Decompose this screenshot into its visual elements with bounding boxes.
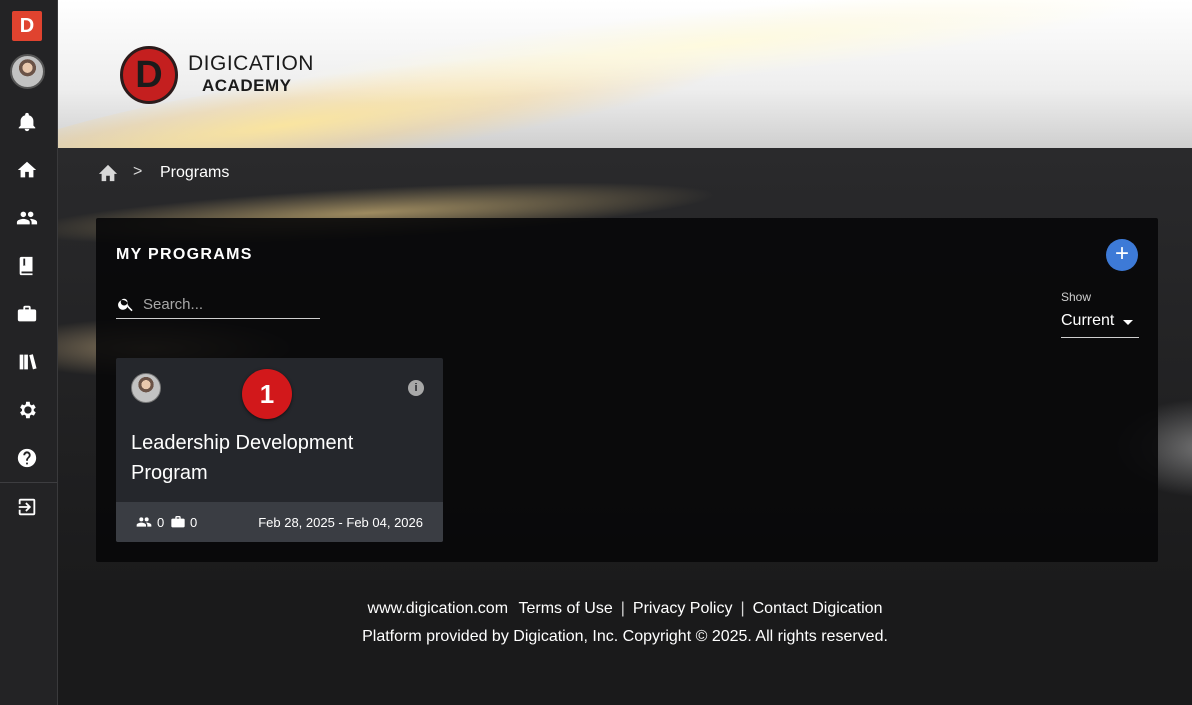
caret-down-icon xyxy=(1123,320,1133,325)
program-card-footer: 0 0 Feb 28, 2025 - Feb 04, 2026 xyxy=(116,502,443,542)
search-field xyxy=(116,292,320,319)
hero-banner: D DIGICATION ACADEMY xyxy=(58,0,1192,148)
help-icon[interactable] xyxy=(16,447,38,469)
sidebar-divider xyxy=(0,482,57,483)
info-icon[interactable]: i xyxy=(408,380,424,396)
brand-name: DIGICATION xyxy=(188,52,314,75)
footer-contact-link[interactable]: Contact Digication xyxy=(753,600,883,617)
owner-avatar xyxy=(131,373,161,403)
bell-icon[interactable] xyxy=(16,111,38,133)
portfolios-count: 0 xyxy=(190,515,198,530)
program-card[interactable]: 1 i Leadership Development Program 0 0 F… xyxy=(116,358,443,542)
people-icon[interactable] xyxy=(16,207,38,229)
panel-title: MY PROGRAMS xyxy=(116,246,253,263)
members-icon xyxy=(136,514,152,530)
brand-logo-mark: D xyxy=(120,46,178,104)
step-badge: 1 xyxy=(242,369,292,419)
search-input[interactable] xyxy=(143,292,318,316)
programs-panel: MY PROGRAMS + Show Current 1 i Leadershi… xyxy=(96,218,1158,562)
footer-divider: | xyxy=(740,600,745,617)
breadcrumb-separator: > xyxy=(133,163,143,180)
brand-subname: ACADEMY xyxy=(202,76,292,95)
user-avatar[interactable] xyxy=(10,54,45,89)
footer-site-link[interactable]: www.digication.com xyxy=(368,600,509,617)
footer-links: www.digication.com Terms of Use | Privacy … xyxy=(0,600,1192,618)
home-icon[interactable] xyxy=(16,159,38,181)
briefcase-icon[interactable] xyxy=(16,303,38,325)
show-filter-value: Current xyxy=(1061,312,1115,329)
program-title[interactable]: Leadership Development Program xyxy=(131,428,421,488)
book-icon[interactable] xyxy=(16,255,38,277)
app-logo[interactable]: D xyxy=(12,11,42,41)
program-dates: Feb 28, 2025 - Feb 04, 2026 xyxy=(258,515,423,530)
footer-copyright: Platform provided by Digication, Inc. Co… xyxy=(362,628,888,645)
breadcrumb-current: Programs xyxy=(160,164,230,181)
footer-terms-link[interactable]: Terms of Use xyxy=(518,600,612,617)
briefcase-icon xyxy=(170,514,186,530)
show-filter-select[interactable]: Current xyxy=(1061,310,1139,338)
footer-privacy-link[interactable]: Privacy Policy xyxy=(633,600,733,617)
settings-icon[interactable] xyxy=(16,399,38,421)
breadcrumb-home-icon[interactable] xyxy=(97,163,119,183)
books-icon[interactable] xyxy=(16,351,38,373)
add-program-button[interactable]: + xyxy=(1106,239,1138,271)
logout-icon[interactable] xyxy=(16,496,38,518)
search-icon xyxy=(118,298,133,312)
show-filter-label: Show xyxy=(1061,290,1092,304)
footer-divider: | xyxy=(620,600,625,617)
members-count: 0 xyxy=(157,515,165,530)
